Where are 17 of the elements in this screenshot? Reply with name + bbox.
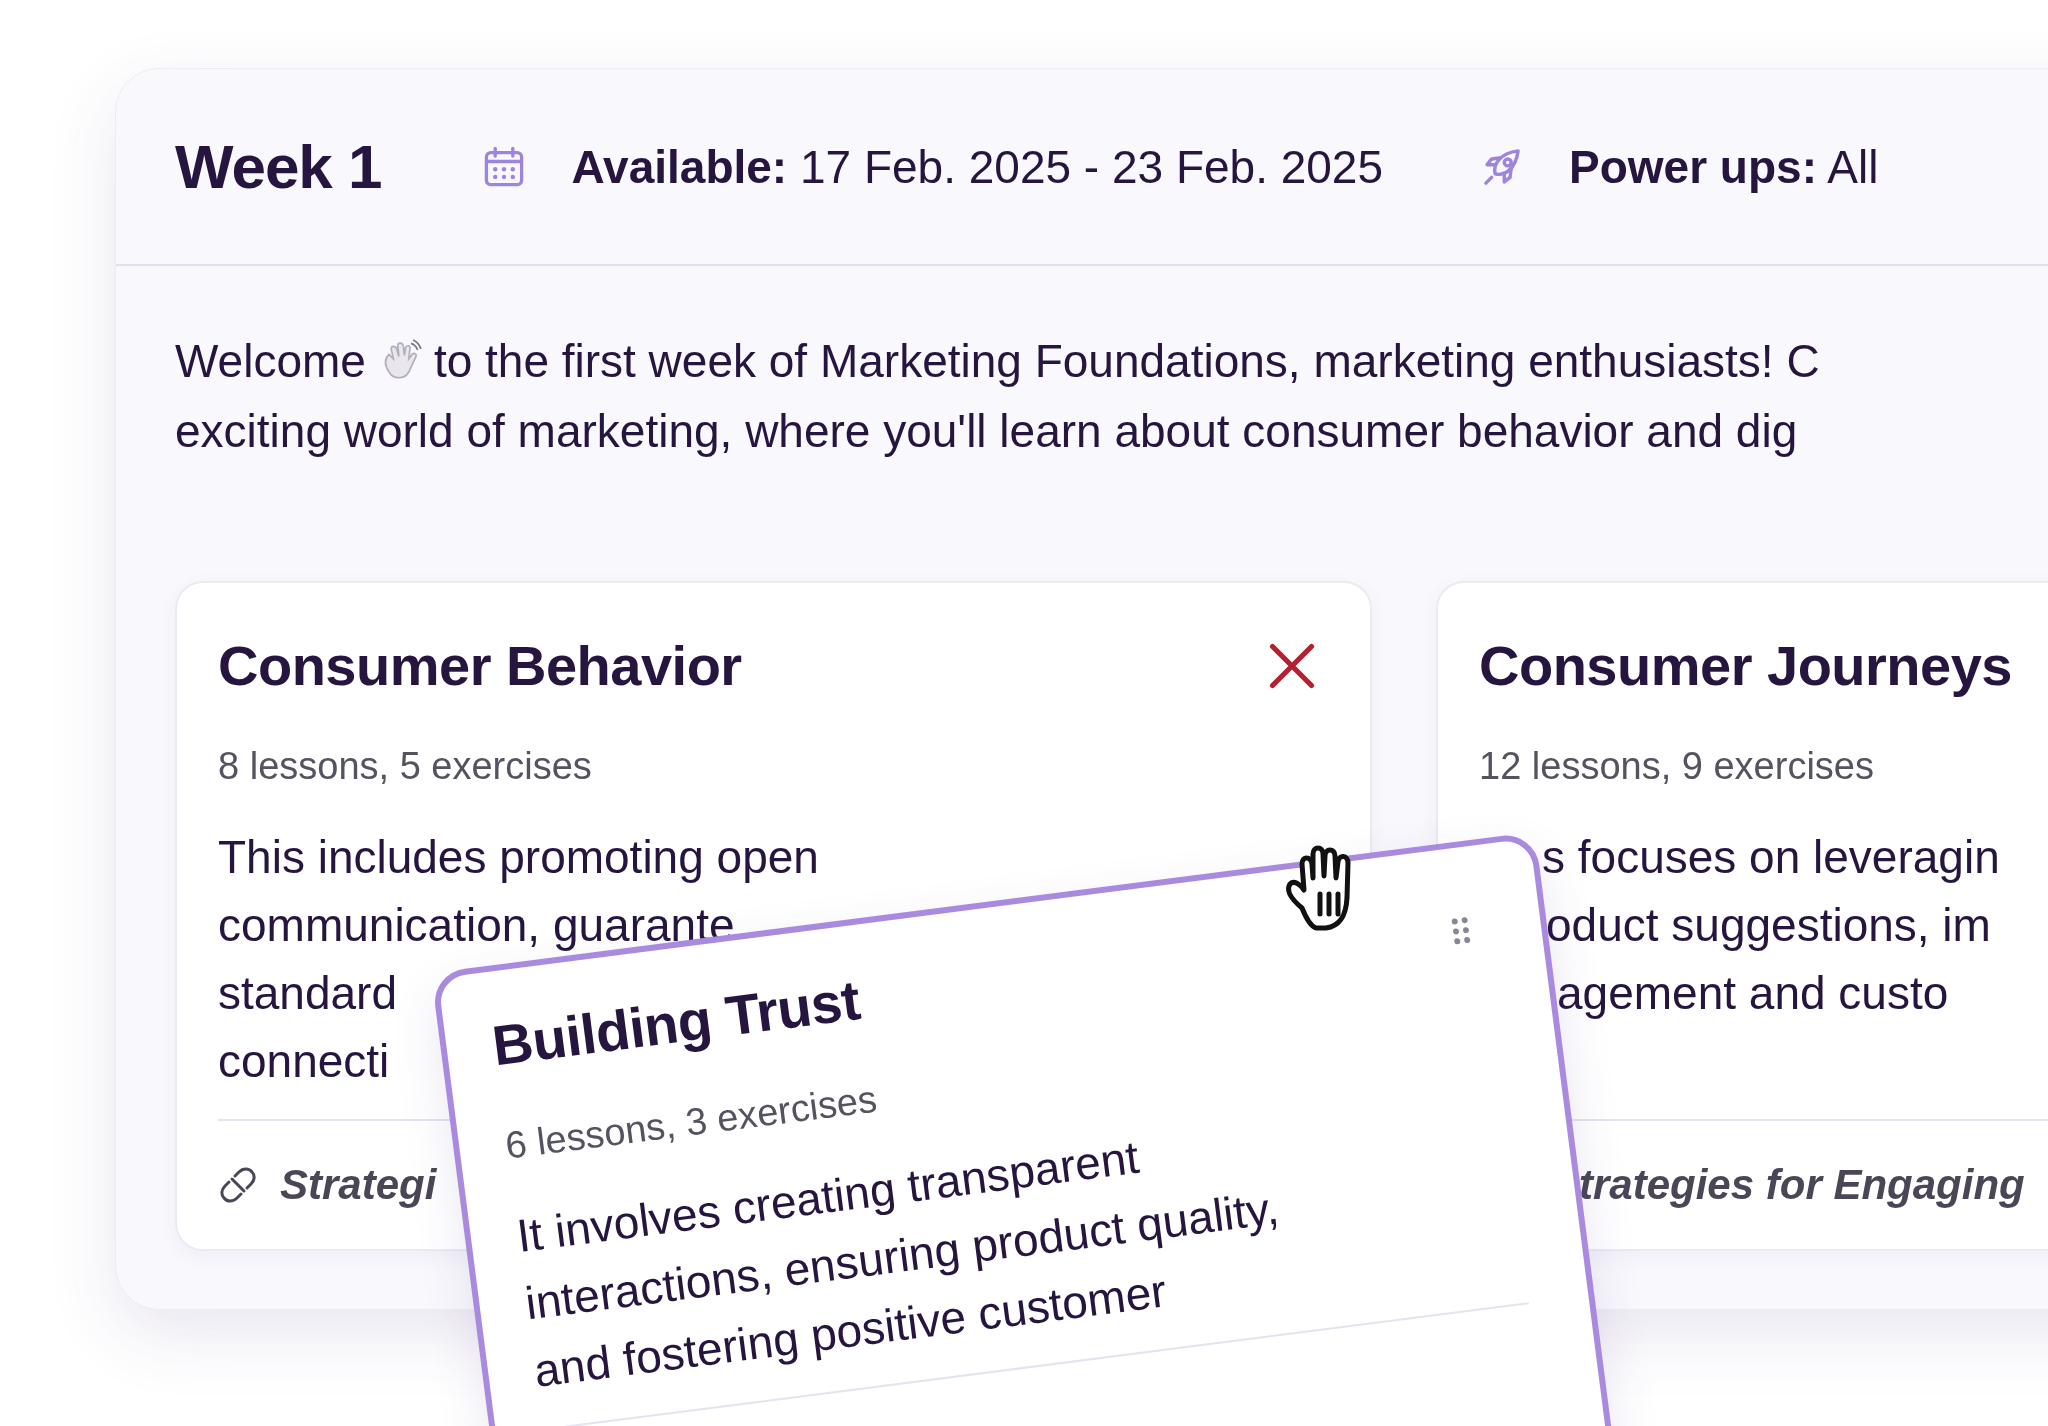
welcome-text: to the first week of Marketing Foundations, marketing enthusiasts! C: [433, 334, 1820, 388]
description-line: communication, guarante: [218, 898, 735, 953]
description-line: This includes promoting open: [218, 830, 819, 885]
week-title: Week 1: [175, 131, 382, 202]
module-title: Consumer Behavior: [218, 633, 742, 699]
module-meta: 8 lessons, 5 exercises: [218, 744, 592, 789]
description-line: oduct suggestions, im: [1546, 898, 1991, 953]
power-ups-text: Power ups: All: [1569, 139, 1879, 194]
description-line: agement and custo: [1557, 966, 1949, 1021]
description-line: standard: [218, 966, 397, 1021]
welcome-text: Welcome: [175, 334, 366, 388]
module-meta: 12 lessons, 9 exercises: [1479, 744, 1874, 789]
availability-text: Available: 17 Feb. 2025 - 23 Feb. 2025: [571, 139, 1384, 194]
welcome-text: exciting world of marketing, where you'll learn about consumer behavior and dig: [175, 404, 1798, 458]
description-line: s focuses on leveragin: [1542, 830, 2000, 885]
module-title: Consumer Journeys: [1479, 633, 2012, 699]
description-line: connecti: [218, 1034, 390, 1089]
